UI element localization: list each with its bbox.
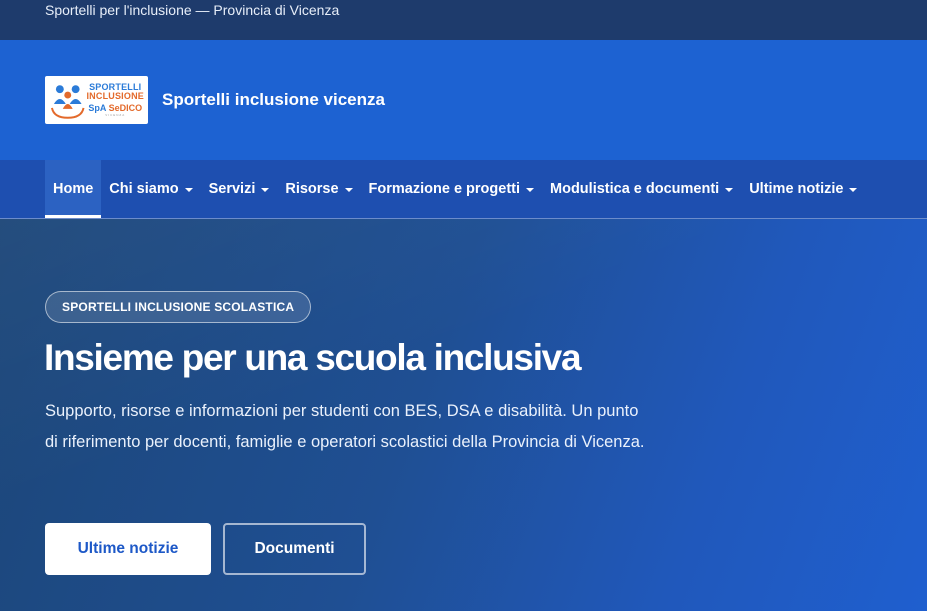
nav-item-modulistica-documenti[interactable]: Modulistica e documenti xyxy=(542,160,741,218)
caret-down-icon xyxy=(526,188,535,192)
hero-badge: SPORTELLI INCLUSIONE SCOLASTICA xyxy=(45,291,312,323)
people-hands-icon xyxy=(50,85,85,119)
nav-item-home[interactable]: Home xyxy=(45,160,102,218)
main-navigation: Home Chi siamo Servizi Risorse Formazion… xyxy=(0,160,927,219)
nav-item-formazione-progetti[interactable]: Formazione e progetti xyxy=(361,160,542,218)
nav-item-servizi[interactable]: Servizi xyxy=(201,160,278,218)
site-logo[interactable]: SPORTELLI INCLUSIONE SpA SeDICO VICENZA xyxy=(45,76,148,124)
caret-down-icon xyxy=(184,188,193,192)
nav-item-risorse[interactable]: Risorse xyxy=(277,160,360,218)
logo-line-3: SpA SeDICO xyxy=(88,103,143,113)
caret-down-icon xyxy=(261,188,270,192)
logo-line-2: INCLUSIONE xyxy=(86,91,144,101)
nav-item-chi-siamo[interactable]: Chi siamo xyxy=(101,160,200,218)
site-header: SPORTELLI INCLUSIONE SpA SeDICO VICENZA … xyxy=(0,40,927,160)
caret-down-icon xyxy=(725,188,734,192)
top-utility-text: Sportelli per l'inclusione — Provincia d… xyxy=(45,2,340,18)
documents-button[interactable]: Documenti xyxy=(223,523,366,575)
caret-down-icon xyxy=(849,188,858,192)
latest-news-button[interactable]: Ultime notizie xyxy=(45,523,211,575)
hero-headline: Insieme per una scuola inclusiva xyxy=(44,337,582,378)
hero-lead: Supporto, risorse e informazioni per stu… xyxy=(45,402,645,451)
caret-down-icon xyxy=(344,188,353,192)
nav-item-ultime-notizie[interactable]: Ultime notizie xyxy=(741,160,865,218)
top-utility-bar: Sportelli per l'inclusione — Provincia d… xyxy=(0,0,927,40)
logo-text: SPORTELLI INCLUSIONE SpA SeDICO VICENZA xyxy=(86,83,144,117)
site-title[interactable]: Sportelli inclusione vicenza xyxy=(162,90,385,110)
hero-section: SPORTELLI INCLUSIONE SCOLASTICA Insieme … xyxy=(0,219,927,611)
logo-line-4: VICENZA xyxy=(105,113,126,117)
